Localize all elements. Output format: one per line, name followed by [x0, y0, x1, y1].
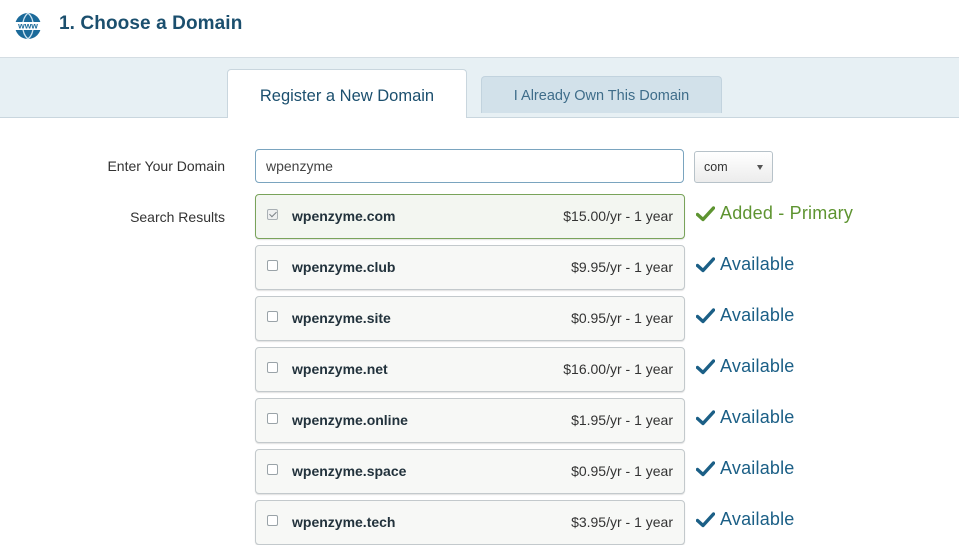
- result-row[interactable]: wpenzyme.com $15.00/yr - 1 year: [255, 194, 685, 239]
- result-domain-name: wpenzyme.club: [292, 259, 396, 275]
- tab-register-new-domain[interactable]: Register a New Domain: [227, 69, 467, 118]
- result-domain-name: wpenzyme.net: [292, 361, 388, 377]
- tab-already-own-domain[interactable]: I Already Own This Domain: [481, 76, 722, 113]
- result-row[interactable]: wpenzyme.net $16.00/yr - 1 year: [255, 347, 685, 392]
- checkmark-icon: [696, 512, 715, 528]
- checkmark-icon: [696, 308, 715, 324]
- search-results-label: Search Results: [130, 209, 225, 225]
- checkmark-icon: [696, 257, 715, 273]
- page-title: 1. Choose a Domain: [59, 13, 243, 34]
- result-checkbox[interactable]: [267, 209, 278, 220]
- result-row[interactable]: wpenzyme.space $0.95/yr - 1 year: [255, 449, 685, 494]
- result-price: $15.00/yr - 1 year: [563, 208, 673, 224]
- checkmark-icon: [696, 461, 715, 477]
- result-checkbox[interactable]: [267, 413, 278, 424]
- result-row[interactable]: wpenzyme.site $0.95/yr - 1 year: [255, 296, 685, 341]
- domain-input[interactable]: [255, 149, 684, 183]
- result-domain-name: wpenzyme.online: [292, 412, 408, 428]
- checkmark-icon: [696, 206, 715, 222]
- result-price: $0.95/yr - 1 year: [571, 463, 673, 479]
- checkmark-icon: [696, 359, 715, 375]
- checkmark-icon: [696, 410, 715, 426]
- result-checkbox[interactable]: [267, 515, 278, 526]
- result-domain-name: wpenzyme.tech: [292, 514, 396, 530]
- result-status-text: Available: [720, 407, 795, 427]
- result-price: $1.95/yr - 1 year: [571, 412, 673, 428]
- result-row[interactable]: wpenzyme.tech $3.95/yr - 1 year: [255, 500, 685, 545]
- result-status-text: Available: [720, 356, 795, 376]
- result-domain-name: wpenzyme.com: [292, 208, 396, 224]
- result-status-text: Added - Primary: [720, 203, 854, 223]
- result-checkbox[interactable]: [267, 362, 278, 373]
- result-checkbox[interactable]: [267, 311, 278, 322]
- chevron-down-icon: [757, 165, 763, 170]
- domain-label: Enter Your Domain: [107, 158, 225, 174]
- result-checkbox[interactable]: [267, 260, 278, 271]
- result-price: $3.95/yr - 1 year: [571, 514, 673, 530]
- result-price: $9.95/yr - 1 year: [571, 259, 673, 275]
- tab-strip: Register a New Domain I Already Own This…: [0, 58, 959, 118]
- result-status-text: Available: [720, 458, 795, 478]
- result-domain-name: wpenzyme.space: [292, 463, 407, 479]
- result-status-text: Available: [720, 254, 795, 274]
- result-row[interactable]: wpenzyme.online $1.95/yr - 1 year: [255, 398, 685, 443]
- result-status-text: Available: [720, 509, 795, 529]
- result-price: $16.00/yr - 1 year: [563, 361, 673, 377]
- result-status-text: Available: [720, 305, 795, 325]
- page-header: www 1. Choose a Domain: [0, 0, 959, 58]
- tld-selected-value: com: [704, 160, 728, 174]
- www-globe-icon: www: [14, 12, 42, 40]
- tld-select[interactable]: com: [694, 151, 773, 183]
- result-price: $0.95/yr - 1 year: [571, 310, 673, 326]
- svg-text:www: www: [17, 21, 38, 31]
- result-domain-name: wpenzyme.site: [292, 310, 391, 326]
- result-checkbox[interactable]: [267, 464, 278, 475]
- result-row[interactable]: wpenzyme.club $9.95/yr - 1 year: [255, 245, 685, 290]
